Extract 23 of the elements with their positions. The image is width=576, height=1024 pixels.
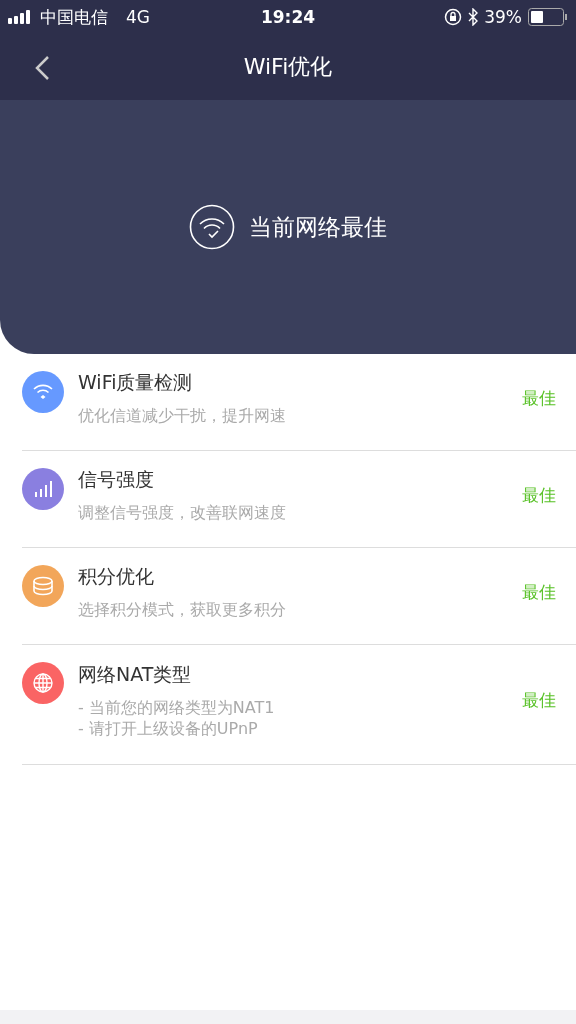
item-title: 信号强度 — [78, 466, 155, 492]
network-status-message: 当前网络最佳 — [249, 212, 387, 242]
rotation-lock-icon — [444, 8, 463, 26]
item-description: 调整信号强度，改善联网速度 — [78, 502, 287, 524]
status-label: 最佳 — [522, 386, 556, 410]
page-title: WiFi优化 — [243, 53, 333, 81]
clock: 19:24 — [260, 7, 316, 27]
status-label: 最佳 — [522, 580, 556, 604]
status-label: 最佳 — [522, 483, 556, 507]
item-title: 网络NAT类型 — [78, 661, 193, 687]
wifi-check-icon — [189, 204, 235, 250]
item-description: 选择积分模式，获取更多积分 — [78, 599, 287, 621]
item-title: 积分优化 — [78, 563, 155, 589]
item-description: - 请打开上级设备的UPnP — [78, 718, 259, 740]
status-label: 最佳 — [522, 689, 556, 712]
item-description: 优化信道减少干扰，提升网速 — [78, 405, 287, 427]
item-description: - 当前您的网络类型为NAT1 — [78, 697, 276, 719]
item-title: WiFi质量检测 — [78, 369, 194, 395]
battery-percent: 39% — [484, 7, 522, 27]
bluetooth-icon — [468, 8, 479, 26]
battery-icon — [528, 8, 568, 26]
network-type: 4G — [126, 7, 150, 27]
carrier: 中国电信 — [40, 5, 108, 29]
